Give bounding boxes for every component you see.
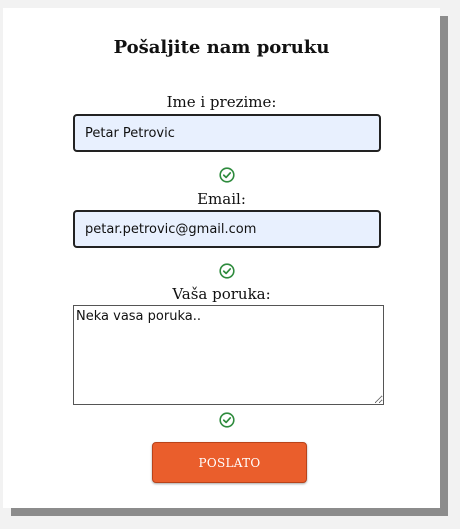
name-field[interactable] [73,114,381,152]
message-valid-check-icon [219,412,235,428]
email-label: Email: [197,190,246,208]
email-field[interactable] [73,210,381,248]
message-textarea[interactable]: Neka vasa poruka.. [73,305,384,405]
submit-button[interactable]: POSLATO [152,442,307,483]
name-label: Ime i prezime: [166,93,277,111]
name-valid-check-icon [219,167,235,183]
form-title: Pošaljite nam poruku [113,37,330,58]
email-valid-check-icon [219,263,235,279]
message-label: Vaša poruka: [172,285,271,303]
contact-form-card: Pošaljite nam poruku Ime i prezime: Emai… [3,8,440,508]
